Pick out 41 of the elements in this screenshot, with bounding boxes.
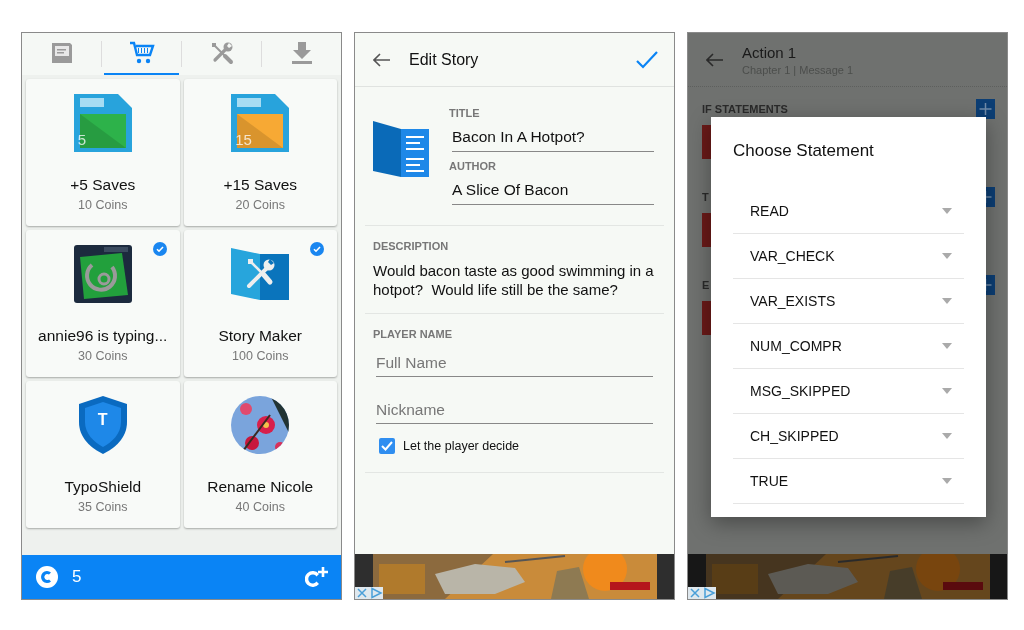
statement-option[interactable]: MSG_SKIPPED xyxy=(733,369,964,414)
statement-option[interactable]: NUM_COMPR xyxy=(733,324,964,369)
statement-option[interactable]: CH_SKIPPED xyxy=(733,414,964,459)
text-field[interactable]: Full Name xyxy=(376,354,653,377)
screen-title: Action 1 xyxy=(742,43,798,61)
shop-item-card[interactable]: Story Maker 100 Coins xyxy=(183,230,337,377)
screen-title: Edit Story xyxy=(409,50,480,69)
description-text: Would bacon taste as good swimming in a hotpot? Would life still be the same? xyxy=(373,261,655,299)
dialog-title: Choose Statement xyxy=(733,141,875,161)
item-name: Story Maker xyxy=(218,327,303,345)
item-price: 10 Coins xyxy=(78,198,128,212)
item-name: annie96 is typing... xyxy=(38,327,168,345)
section-label: DESCRIPTION xyxy=(373,240,450,252)
shop-item-card[interactable]: annie96 is typing... 30 Coins xyxy=(26,230,180,377)
section-label: IF STATEMENTS xyxy=(702,103,788,115)
section-label: PLAYER NAME xyxy=(373,328,454,340)
statement-option[interactable]: TRUE xyxy=(733,459,964,504)
item-price: 40 Coins xyxy=(235,500,285,514)
item-name: TypoShield xyxy=(64,478,142,496)
item-price: 35 Coins xyxy=(78,500,128,514)
item-price: 100 Coins xyxy=(232,349,289,363)
item-price: 30 Coins xyxy=(78,349,128,363)
text-field[interactable]: A Slice Of Bacon xyxy=(452,181,654,205)
checkbox-label: Let the player decide xyxy=(403,439,520,453)
item-name: Rename Nicole xyxy=(207,478,314,496)
item-name: +5 Saves xyxy=(70,176,136,194)
section-label: E xyxy=(702,279,710,291)
shop-item-card[interactable]: T TypoShield 35 Coins xyxy=(26,381,180,528)
statement-option[interactable]: VAR_CHECK xyxy=(733,234,964,279)
text-field[interactable]: Bacon In A Hotpot? xyxy=(452,128,654,152)
shield-letter: T xyxy=(96,411,109,429)
shop-item-card[interactable]: Rename Nicole 40 Coins xyxy=(183,381,337,528)
statement-option[interactable]: VAR_EXISTS xyxy=(733,279,964,324)
item-name: +15 Saves xyxy=(223,176,298,194)
coin-count: 5 xyxy=(72,567,83,587)
text-field[interactable]: Nickname xyxy=(376,401,653,424)
statement-option[interactable]: READ xyxy=(733,189,964,234)
item-price: 20 Coins xyxy=(235,198,285,212)
section-label: T xyxy=(702,191,709,203)
field-label: TITLE xyxy=(449,107,481,119)
field-label: AUTHOR xyxy=(449,160,498,172)
